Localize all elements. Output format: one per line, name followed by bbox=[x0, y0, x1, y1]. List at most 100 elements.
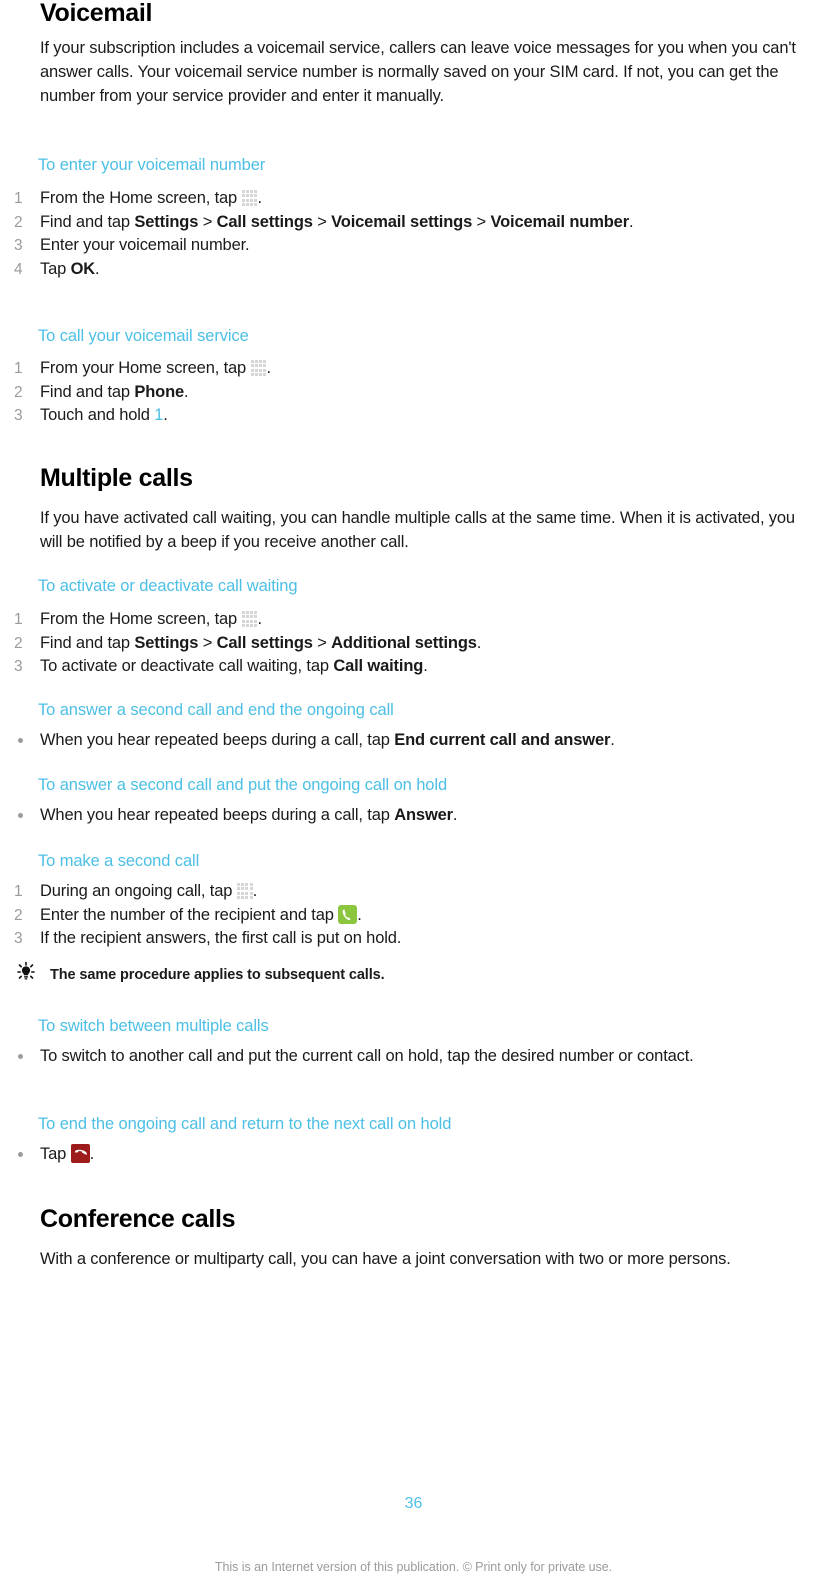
procedure-heading-switch-between-calls: To switch between multiple calls bbox=[38, 1017, 269, 1035]
step-text: During an ongoing call, tap bbox=[40, 882, 237, 900]
bullet-dot-icon bbox=[18, 1152, 23, 1157]
step-text-tail: . bbox=[423, 657, 428, 675]
section-title-multiple-calls: Multiple calls bbox=[40, 464, 193, 492]
steps-make-second-call: 1 During an ongoing call, tap . 2 Enter … bbox=[0, 880, 827, 951]
step-item: 2 Enter the number of the recipient and … bbox=[0, 904, 827, 928]
step-item: 2 Find and tap Settings > Call settings … bbox=[0, 211, 827, 235]
step-item: 1 From the Home screen, tap . bbox=[0, 608, 827, 632]
ui-path-call-settings: Call settings bbox=[216, 212, 313, 231]
step-number: 3 bbox=[14, 658, 23, 675]
app-drawer-icon bbox=[236, 883, 253, 899]
bullets-end-ongoing-return-hold: Tap . bbox=[0, 1143, 827, 1167]
steps-activate-call-waiting: 1 From the Home screen, tap . 2 Find and… bbox=[0, 608, 827, 679]
path-separator: > bbox=[312, 633, 332, 652]
lightbulb-tip-icon bbox=[15, 961, 37, 983]
ui-path-settings: Settings bbox=[134, 633, 199, 652]
step-text-tail: . bbox=[357, 905, 362, 924]
bullets-answer-second-end-ongoing: When you hear repeated beeps during a ca… bbox=[0, 729, 827, 753]
step-text-tail: . bbox=[184, 382, 189, 401]
procedure-heading-activate-call-waiting: To activate or deactivate call waiting bbox=[38, 577, 298, 595]
step-text: Touch and hold bbox=[40, 406, 155, 424]
page-number: 36 bbox=[404, 1495, 423, 1512]
procedure-heading-enter-voicemail-number: To enter your voicemail number bbox=[38, 156, 266, 174]
bullet-dot-icon bbox=[18, 1054, 23, 1059]
step-number: 3 bbox=[14, 930, 23, 947]
step-item: 2 Find and tap Phone. bbox=[0, 381, 827, 405]
ui-path-voicemail-number: Voicemail number bbox=[490, 212, 629, 231]
tip-text: The same procedure applies to subsequent… bbox=[50, 967, 385, 983]
ui-button-end-current-call-and-answer: End current call and answer bbox=[394, 731, 611, 749]
step-number: 1 bbox=[14, 611, 23, 628]
step-item: 1 From the Home screen, tap . bbox=[0, 187, 827, 211]
step-item: 1 From your Home screen, tap . bbox=[0, 357, 827, 381]
bullet-text: When you hear repeated beeps during a ca… bbox=[40, 806, 395, 824]
step-number: 2 bbox=[14, 906, 23, 924]
step-text-tail: . bbox=[257, 610, 263, 628]
manual-page: Voicemail If your subscription includes … bbox=[0, 0, 827, 1589]
call-green-icon bbox=[338, 904, 358, 924]
procedure-heading-make-second-call: To make a second call bbox=[38, 852, 200, 870]
step-number: 2 bbox=[14, 213, 23, 231]
ui-toggle-call-waiting: Call waiting bbox=[333, 657, 424, 675]
footer-copyright-note: This is an Internet version of this publ… bbox=[214, 1560, 613, 1574]
step-text-tail: . bbox=[252, 882, 258, 900]
step-number: 1 bbox=[14, 883, 23, 900]
procedure-heading-answer-second-end-ongoing: To answer a second call and end the ongo… bbox=[38, 701, 394, 719]
step-text-tail: . bbox=[628, 212, 634, 231]
procedure-heading-answer-second-hold-ongoing: To answer a second call and put the ongo… bbox=[38, 776, 448, 794]
step-text: If the recipient answers, the first call… bbox=[40, 929, 402, 947]
ui-app-phone: Phone bbox=[134, 382, 185, 401]
keypad-key-1: 1 bbox=[154, 406, 164, 424]
path-separator: > bbox=[198, 633, 217, 652]
step-number: 2 bbox=[14, 634, 23, 652]
bullets-switch-between-calls: To switch to another call and put the cu… bbox=[0, 1045, 827, 1069]
step-number: 1 bbox=[14, 190, 23, 207]
step-item: 4 Tap OK. bbox=[0, 258, 827, 282]
tip-callout: The same procedure applies to subsequent… bbox=[0, 961, 827, 985]
section-intro-multiple-calls: If you have activated call waiting, you … bbox=[40, 509, 795, 551]
app-drawer-icon bbox=[241, 190, 258, 206]
bullet-dot-icon bbox=[18, 738, 23, 743]
ui-path-call-settings: Call settings bbox=[216, 633, 313, 652]
step-text: Find and tap bbox=[40, 212, 135, 231]
ui-path-settings: Settings bbox=[134, 212, 199, 231]
step-number: 1 bbox=[14, 360, 23, 377]
section-intro-voicemail: If your subscription includes a voicemai… bbox=[40, 39, 796, 105]
step-text: Enter your voicemail number. bbox=[40, 236, 250, 254]
step-item: 1 During an ongoing call, tap . bbox=[0, 880, 827, 904]
step-text-tail: . bbox=[95, 259, 100, 278]
step-text: To activate or deactivate call waiting, … bbox=[40, 657, 334, 675]
ui-button-answer: Answer bbox=[394, 806, 453, 824]
bullets-answer-second-hold-ongoing: When you hear repeated beeps during a ca… bbox=[0, 804, 827, 828]
ui-path-additional-settings: Additional settings bbox=[331, 633, 477, 652]
step-text-tail: . bbox=[266, 359, 272, 377]
step-text: Tap bbox=[40, 259, 71, 278]
bullet-text: To switch to another call and put the cu… bbox=[40, 1047, 694, 1065]
step-text: From your Home screen, tap bbox=[40, 359, 251, 377]
step-text: Find and tap bbox=[40, 633, 135, 652]
step-item: 3 If the recipient answers, the first ca… bbox=[0, 927, 827, 951]
bullet-text-tail: . bbox=[89, 1145, 95, 1163]
step-text-tail: . bbox=[476, 633, 482, 652]
path-separator: > bbox=[198, 212, 217, 231]
step-number: 4 bbox=[14, 260, 23, 278]
path-separator: > bbox=[312, 212, 332, 231]
step-text: Enter the number of the recipient and ta… bbox=[40, 905, 339, 924]
bullet-item: To switch to another call and put the cu… bbox=[0, 1045, 827, 1069]
bullet-item: When you hear repeated beeps during a ca… bbox=[0, 804, 827, 828]
section-title-voicemail: Voicemail bbox=[40, 0, 153, 27]
step-text: From the Home screen, tap bbox=[40, 610, 242, 628]
bullet-text-tail: . bbox=[610, 731, 615, 749]
step-item: 3 Touch and hold 1. bbox=[0, 404, 827, 428]
step-text: Find and tap bbox=[40, 382, 135, 401]
app-drawer-icon bbox=[241, 611, 258, 627]
step-text-tail: . bbox=[257, 189, 263, 207]
procedure-heading-call-voicemail-service: To call your voicemail service bbox=[38, 327, 249, 345]
bullet-text: When you hear repeated beeps during a ca… bbox=[40, 731, 395, 749]
step-number: 3 bbox=[14, 407, 23, 424]
ui-button-ok: OK bbox=[70, 259, 96, 278]
bullet-item: Tap . bbox=[0, 1143, 827, 1167]
bullet-text: Tap bbox=[40, 1145, 71, 1163]
step-item: 3 Enter your voicemail number. bbox=[0, 234, 827, 258]
step-item: 2 Find and tap Settings > Call settings … bbox=[0, 632, 827, 656]
